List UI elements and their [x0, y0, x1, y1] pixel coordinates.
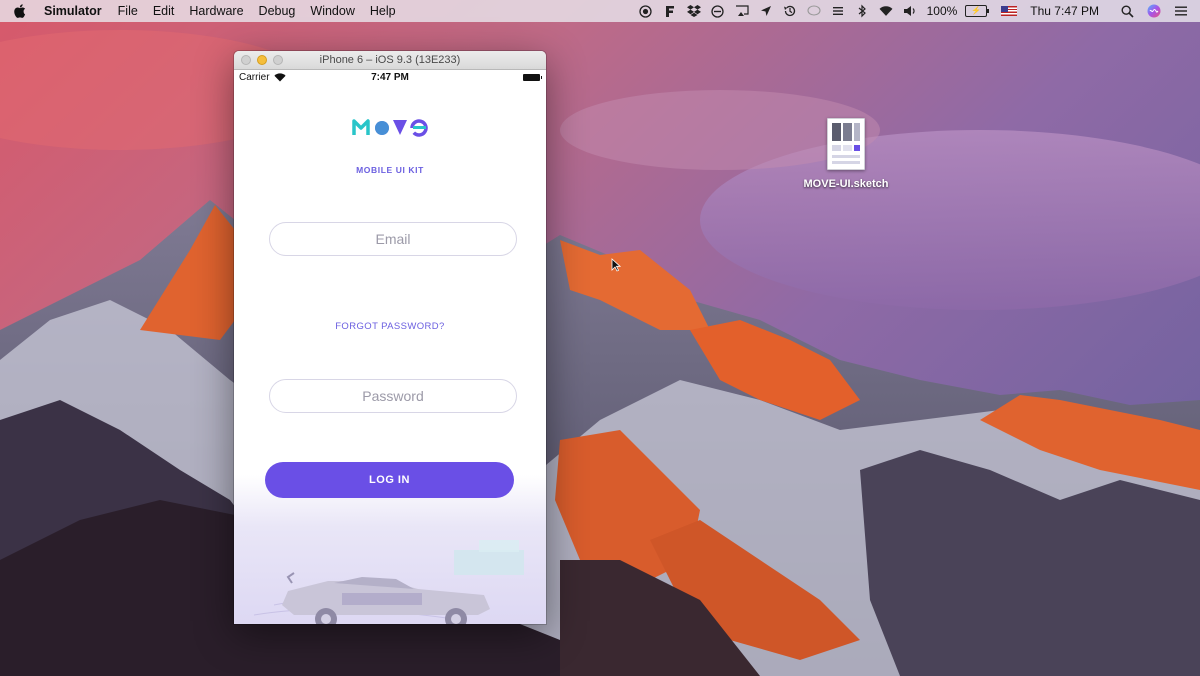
app-subtitle: MOBILE UI KIT: [356, 165, 424, 175]
ios-battery-icon: [523, 74, 542, 81]
menu-hardware[interactable]: Hardware: [189, 4, 243, 18]
password-field[interactable]: [269, 379, 517, 413]
cast-icon[interactable]: [735, 4, 749, 18]
menu-help[interactable]: Help: [370, 4, 396, 18]
ios-status-bar: Carrier 7:47 PM: [234, 70, 546, 86]
time-machine-icon[interactable]: [783, 4, 797, 18]
menu-bar: Simulator File Edit Hardware Debug Windo…: [0, 0, 1200, 22]
bluetooth-icon[interactable]: [855, 4, 869, 18]
window-minimize-button[interactable]: [257, 55, 267, 65]
status-menu-area: 100% ⚡ Thu 7:47 PM: [634, 0, 1200, 22]
menu-file[interactable]: File: [118, 4, 138, 18]
ios-time: 7:47 PM: [371, 72, 409, 83]
search-icon[interactable]: [1120, 4, 1134, 18]
window-controls: [241, 55, 289, 65]
simulator-window: iPhone 6 – iOS 9.3 (13E233) Carrier 7:47…: [234, 51, 546, 624]
menu-app-simulator[interactable]: Simulator: [44, 4, 102, 18]
location-arrow-icon[interactable]: [759, 4, 773, 18]
email-field[interactable]: [269, 222, 517, 256]
login-button[interactable]: LOG IN: [265, 462, 514, 498]
chat-bubble-icon[interactable]: [807, 4, 821, 18]
mouse-cursor-icon: [611, 258, 621, 272]
desktop-wallpaper: [0, 0, 1200, 676]
record-icon[interactable]: [639, 4, 653, 18]
menubar-clock[interactable]: Thu 7:47 PM: [1030, 4, 1099, 18]
battery-charging-glyph: ⚡: [971, 6, 982, 15]
apple-icon[interactable]: [14, 4, 26, 18]
email-input[interactable]: [270, 230, 516, 248]
volume-icon[interactable]: [903, 4, 917, 18]
f-app-icon[interactable]: [663, 4, 677, 18]
forgot-password-link[interactable]: FORGOT PASSWORD?: [234, 321, 546, 332]
flag-icon[interactable]: [1001, 6, 1018, 16]
dropbox-icon[interactable]: [686, 4, 701, 18]
wifi-icon[interactable]: [879, 4, 893, 18]
window-zoom-button[interactable]: [273, 55, 283, 65]
move-logo: [352, 119, 428, 137]
no-entry-icon[interactable]: [711, 4, 725, 18]
window-title: iPhone 6 – iOS 9.3 (13E233): [319, 54, 461, 66]
desktop-file-move-ui-sketch[interactable]: MOVE-UI.sketch: [798, 118, 894, 190]
menu-window[interactable]: Window: [310, 4, 354, 18]
menu-edit[interactable]: Edit: [153, 4, 175, 18]
menu-debug[interactable]: Debug: [259, 4, 296, 18]
iphone-screen: Carrier 7:47 PM MOBILE UI KIT FORGOT PAS…: [234, 70, 546, 624]
list-icon[interactable]: [831, 4, 845, 18]
notification-center-icon[interactable]: [1174, 4, 1188, 18]
battery-icon[interactable]: ⚡: [965, 5, 990, 17]
desktop-file-label: MOVE-UI.sketch: [803, 178, 889, 190]
password-input[interactable]: [270, 387, 516, 405]
siri-icon[interactable]: [1147, 4, 1161, 18]
window-close-button[interactable]: [241, 55, 251, 65]
window-titlebar[interactable]: iPhone 6 – iOS 9.3 (13E233): [234, 51, 546, 70]
battery-percent[interactable]: 100%: [927, 4, 958, 18]
sketch-document-icon: [827, 118, 865, 170]
